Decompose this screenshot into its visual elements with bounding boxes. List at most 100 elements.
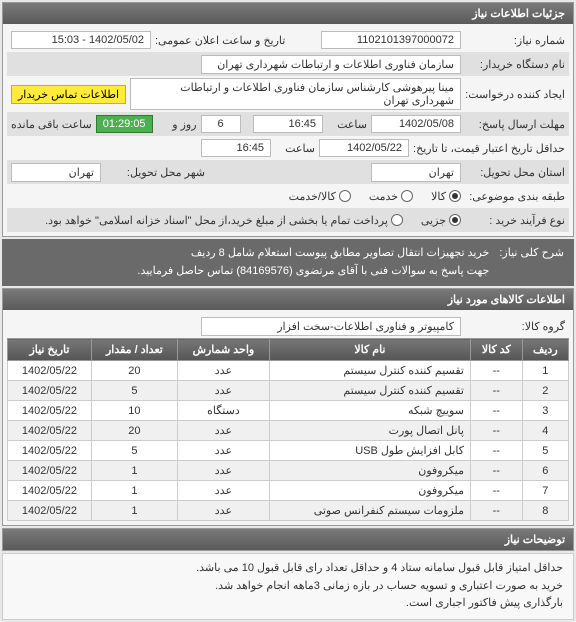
cell-idx: 1 <box>522 361 568 381</box>
subject-cat-option-0[interactable]: کالا <box>431 190 461 203</box>
label-creator: ایجاد کننده درخواست: <box>465 88 565 101</box>
cell-name: تقسیم کننده کنترل سیستم <box>269 381 470 401</box>
label-need-no: شماره نیاز: <box>465 34 565 47</box>
cell-qty: 1 <box>91 481 177 501</box>
row-buyer-org: نام دستگاه خریدار: سازمان فناوری اطلاعات… <box>7 52 569 76</box>
value-loc-demand: تهران <box>371 163 461 182</box>
value-deadline-time: 16:45 <box>253 115 323 133</box>
value-days: 6 <box>201 115 241 133</box>
radio-icon[interactable] <box>339 190 351 202</box>
value-deadline-date: 1402/05/08 <box>371 115 461 133</box>
cell-idx: 7 <box>522 481 568 501</box>
details-panel: جزئیات اطلاعات نیاز شماره نیاز: 11021013… <box>2 2 574 237</box>
radio-icon[interactable] <box>449 190 461 202</box>
radio-icon[interactable] <box>391 214 403 226</box>
cell-qty: 10 <box>91 401 177 421</box>
cell-code: -- <box>470 401 522 421</box>
cell-date: 1402/05/22 <box>8 481 92 501</box>
table-row[interactable]: 3--سوییچ شبکهدستگاه101402/05/22 <box>8 401 569 421</box>
table-row[interactable]: 4--پانل اتصال پورتعدد201402/05/22 <box>8 421 569 441</box>
cell-code: -- <box>470 441 522 461</box>
cell-name: ملزومات سیستم کنفرانس صوتی <box>269 501 470 521</box>
radio-label: پرداخت تمام یا بخشی از مبلغ خرید،از محل … <box>45 214 388 227</box>
label-from-date: حداقل تاریخ اعتبار قیمت، تا تاریخ: <box>413 142 565 155</box>
radio-icon[interactable] <box>449 214 461 226</box>
value-buyer-org: سازمان فناوری اطلاعات و ارتباطات شهرداری… <box>201 55 461 74</box>
row-deadline: مهلت ارسال پاسخ: 1402/05/08 ساعت 16:45 6… <box>7 112 569 136</box>
cell-code: -- <box>470 361 522 381</box>
radio-icon[interactable] <box>401 190 413 202</box>
proc-type-option-0[interactable]: جزیی <box>421 214 461 227</box>
row-from-date: حداقل تاریخ اعتبار قیمت، تا تاریخ: 1402/… <box>7 136 569 160</box>
summary-text: خرید تجهیزات انتقال تصاویر مطابق پیوست ا… <box>137 245 489 280</box>
cell-qty: 5 <box>91 381 177 401</box>
value-from-date: 1402/05/22 <box>319 139 409 157</box>
cell-unit: دستگاه <box>177 401 269 421</box>
cell-idx: 3 <box>522 401 568 421</box>
cell-code: -- <box>470 421 522 441</box>
subject-cat-option-2[interactable]: کالا/خدمت <box>289 190 351 203</box>
row-creator: ایجاد کننده درخواست: مینا پیرهوشی کارشنا… <box>7 76 569 112</box>
cell-name: پانل اتصال پورت <box>269 421 470 441</box>
items-panel-body: گروه کالا: کامپیوتر و فناوری اطلاعات-سخت… <box>3 310 573 525</box>
radio-label: جزیی <box>421 214 446 227</box>
cell-qty: 5 <box>91 441 177 461</box>
table-row[interactable]: 6--میکروفونعدد11402/05/22 <box>8 461 569 481</box>
details-panel-body: شماره نیاز: 1102101397000072 تاریخ و ساع… <box>3 24 573 236</box>
cell-date: 1402/05/22 <box>8 401 92 421</box>
remaining-time-badge: 01:29:05 <box>96 115 153 133</box>
cell-idx: 2 <box>522 381 568 401</box>
table-row[interactable]: 1--تقسیم کننده کنترل سیستمعدد201402/05/2… <box>8 361 569 381</box>
explain-panel-header: توضیحات نیاز <box>3 529 573 550</box>
radio-label: خدمت <box>369 190 398 203</box>
cell-date: 1402/05/22 <box>8 461 92 481</box>
label-loc-demand: استان محل تحویل: <box>465 166 565 179</box>
label-subject-cat: طبقه بندی موضوعی: <box>465 190 565 203</box>
label-day-and: روز و <box>157 118 197 131</box>
cell-code: -- <box>470 481 522 501</box>
summary-box: شرح کلی نیاز: خرید تجهیزات انتقال تصاویر… <box>2 239 574 286</box>
cell-date: 1402/05/22 <box>8 381 92 401</box>
col-idx: ردیف <box>522 339 568 361</box>
cell-date: 1402/05/22 <box>8 501 92 521</box>
value-creator: مینا پیرهوشی کارشناس سازمان فناوری اطلاع… <box>130 78 461 110</box>
cell-name: میکروفون <box>269 481 470 501</box>
cell-idx: 8 <box>522 501 568 521</box>
table-row[interactable]: 5--کابل افزایش طول USBعدد51402/05/22 <box>8 441 569 461</box>
cell-qty: 20 <box>91 361 177 381</box>
proc-type-radio-group: جزیی پرداخت تمام یا بخشی از مبلغ خرید،از … <box>45 214 461 227</box>
proc-type-option-1[interactable]: پرداخت تمام یا بخشی از مبلغ خرید،از محل … <box>45 214 403 227</box>
table-row[interactable]: 2--تقسیم کننده کنترل سیستمعدد51402/05/22 <box>8 381 569 401</box>
cell-unit: عدد <box>177 421 269 441</box>
cell-code: -- <box>470 381 522 401</box>
buyer-contact-button[interactable]: اطلاعات تماس خریدار <box>11 85 126 104</box>
value-announce-dt: 1402/05/02 - 15:03 <box>11 31 151 49</box>
label-announce-dt: تاریخ و ساعت اعلان عمومی: <box>155 34 285 47</box>
label-summary: شرح کلی نیاز: <box>499 245 564 280</box>
items-panel: اطلاعات کالاهای مورد نیاز گروه کالا: کام… <box>2 288 574 526</box>
cell-qty: 1 <box>91 501 177 521</box>
col-date: تاریخ نیاز <box>8 339 92 361</box>
radio-label: کالا/خدمت <box>289 190 336 203</box>
label-time-2: ساعت <box>275 142 315 155</box>
table-row[interactable]: 7--میکروفونعدد11402/05/22 <box>8 481 569 501</box>
subject-cat-option-1[interactable]: خدمت <box>369 190 413 203</box>
details-panel-header: جزئیات اطلاعات نیاز <box>3 3 573 24</box>
row-subject-cat: طبقه بندی موضوعی: کالا خدمت کالا/خدمت <box>7 184 569 208</box>
value-goods-group: کامپیوتر و فناوری اطلاعات-سخت افزار <box>201 317 461 336</box>
cell-unit: عدد <box>177 461 269 481</box>
col-qty: تعداد / مقدار <box>91 339 177 361</box>
cell-unit: عدد <box>177 361 269 381</box>
table-row[interactable]: 8--ملزومات سیستم کنفرانس صوتیعدد11402/05… <box>8 501 569 521</box>
items-panel-header: اطلاعات کالاهای مورد نیاز <box>3 289 573 310</box>
cell-code: -- <box>470 461 522 481</box>
col-unit: واحد شمارش <box>177 339 269 361</box>
label-buyer-org: نام دستگاه خریدار: <box>465 58 565 71</box>
col-name: نام کالا <box>269 339 470 361</box>
label-deadline: مهلت ارسال پاسخ: <box>465 118 565 131</box>
value-loc-city: تهران <box>11 163 101 182</box>
cell-idx: 4 <box>522 421 568 441</box>
cell-idx: 6 <box>522 461 568 481</box>
footer-notes: حداقل امتیاز قابل قبول سامانه ستاد 4 و ح… <box>2 553 574 620</box>
label-remaining: ساعت باقی مانده <box>11 118 92 131</box>
